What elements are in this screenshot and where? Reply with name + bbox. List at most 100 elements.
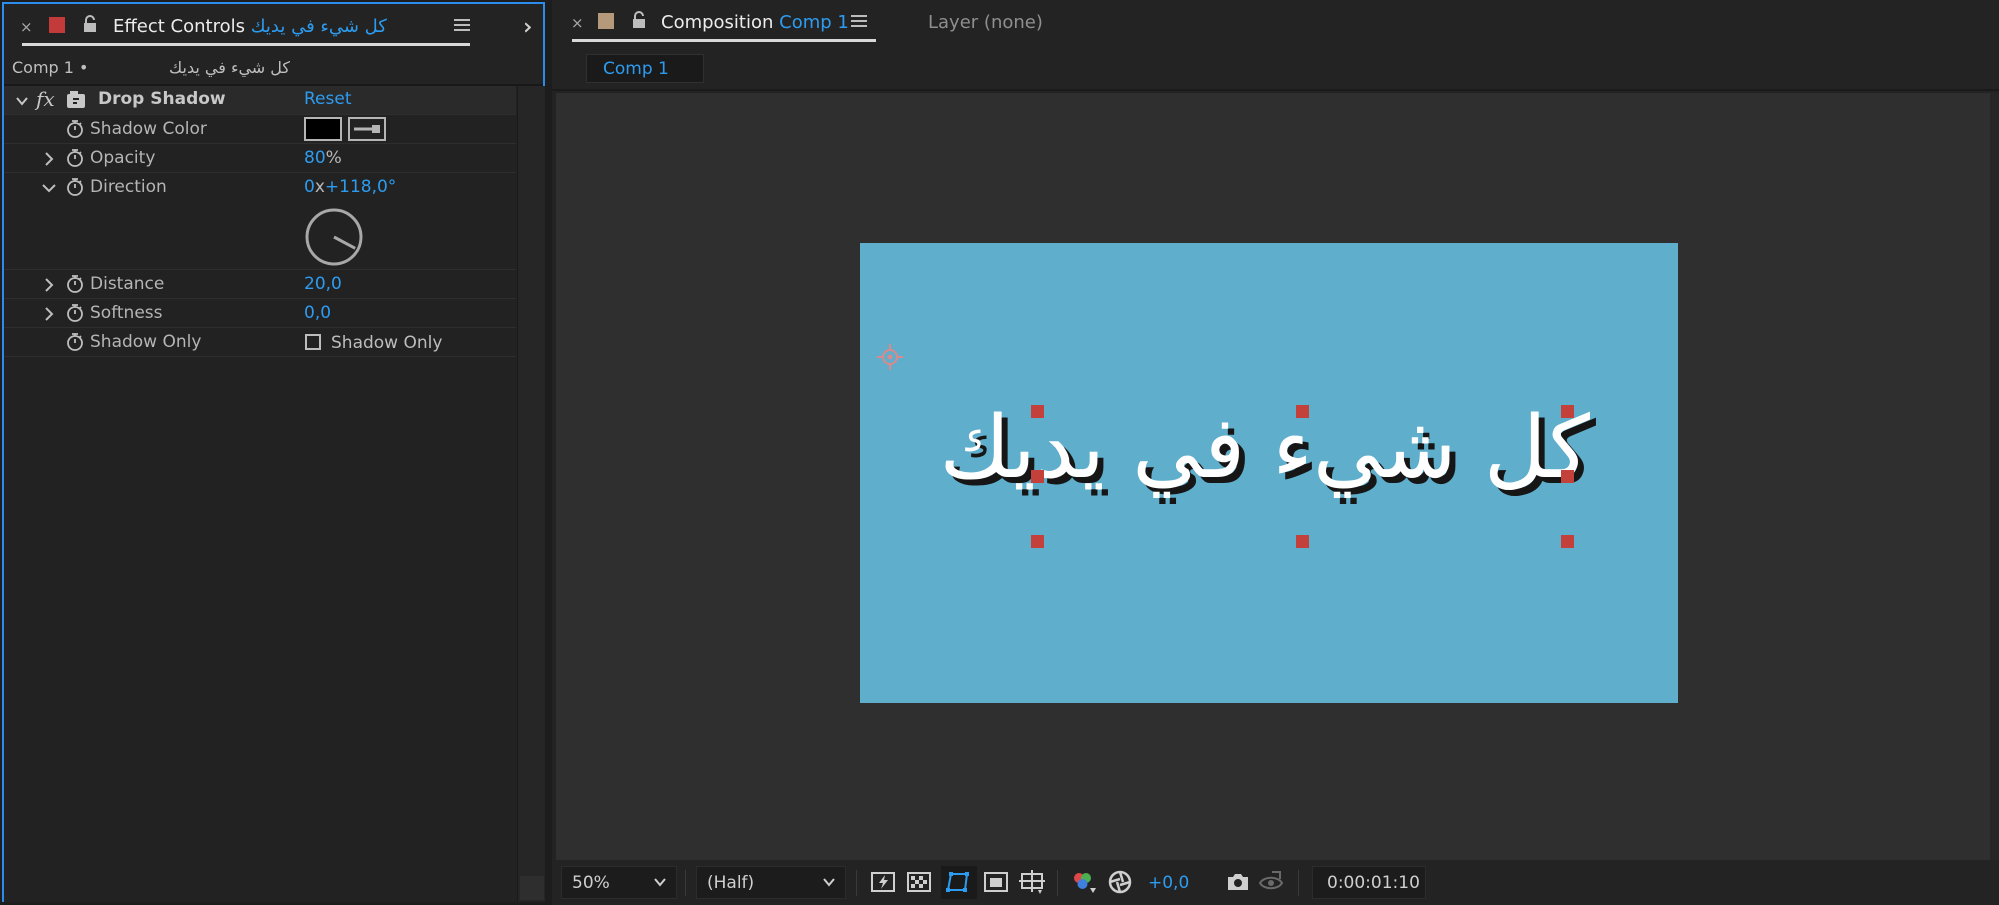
viewer-tab-comp[interactable]: Comp 1 xyxy=(586,54,704,83)
divider xyxy=(856,870,857,896)
direction-separator: x xyxy=(314,177,325,197)
breadcrumb: Comp 1 • كل شيء في يديك xyxy=(4,56,543,84)
property-row-shadow-only: Shadow Only Shadow Only xyxy=(4,328,516,357)
expand-panels-icon[interactable]: ›› xyxy=(523,15,531,40)
effect-list: fx Drop Shadow Reset Shadow Color Opacit… xyxy=(4,86,517,902)
lock-icon[interactable] xyxy=(631,10,647,30)
transform-handle[interactable] xyxy=(1296,535,1309,548)
chevron-right-icon[interactable] xyxy=(44,152,54,166)
current-time-display[interactable]: 0:00:01:10 xyxy=(1312,866,1426,899)
chevron-right-icon[interactable] xyxy=(44,278,54,292)
layer-tab[interactable]: Layer (none) xyxy=(928,12,1043,33)
composition-tab-title[interactable]: Composition Comp 1 xyxy=(661,12,849,33)
shadow-only-checkbox-label[interactable]: Shadow Only xyxy=(331,333,442,353)
stopwatch-icon[interactable] xyxy=(66,275,84,293)
stopwatch-icon[interactable] xyxy=(66,178,84,196)
effect-controls-scrollbar[interactable] xyxy=(517,86,545,902)
property-row-softness: Softness 0,0 xyxy=(4,299,516,328)
direction-revolutions[interactable]: 0 xyxy=(304,177,315,197)
breadcrumb-comp[interactable]: Comp 1 • xyxy=(12,58,89,77)
show-snapshot-icon[interactable] xyxy=(1258,869,1284,895)
property-label: Distance xyxy=(90,274,165,294)
eyedropper-icon[interactable] xyxy=(348,117,386,141)
stopwatch-icon[interactable] xyxy=(66,333,84,351)
distance-value[interactable]: 20,0 xyxy=(304,274,342,294)
divider xyxy=(685,870,686,896)
transform-handle[interactable] xyxy=(1296,405,1309,418)
property-value: 0x+118,0° xyxy=(304,177,396,197)
viewer-tabs: Comp 1 xyxy=(552,46,1999,91)
panel-menu-icon[interactable] xyxy=(851,15,867,29)
scroll-thumb[interactable] xyxy=(520,876,544,900)
transform-handle[interactable] xyxy=(1561,405,1574,418)
effect-controls-title: Effect Controls xyxy=(113,16,245,37)
effect-header-drop-shadow[interactable]: fx Drop Shadow Reset xyxy=(4,86,516,115)
effect-controls-tabbar: × Effect Controls كل شيء في يديك ›› xyxy=(4,4,543,50)
shadow-color-swatch[interactable] xyxy=(304,117,342,141)
resolution-dropdown[interactable]: (Half) xyxy=(696,866,846,899)
label-color-swatch[interactable] xyxy=(49,17,65,33)
transform-handle[interactable] xyxy=(1561,535,1574,548)
property-row-shadow-color: Shadow Color xyxy=(4,115,516,144)
property-row-opacity: Opacity 80% xyxy=(4,144,516,173)
property-label: Direction xyxy=(90,177,167,197)
property-row-distance: Distance 20,0 xyxy=(4,270,516,299)
fx-icon[interactable]: fx xyxy=(36,87,55,111)
effect-preset-icon xyxy=(67,91,85,108)
stopwatch-icon[interactable] xyxy=(66,120,84,138)
viewer-toolbar: 50% (Half) +0,0 0:00:01:10 xyxy=(552,860,1999,905)
softness-value[interactable]: 0,0 xyxy=(304,303,331,323)
transform-handle[interactable] xyxy=(1031,405,1044,418)
property-value: 80% xyxy=(304,148,342,168)
anchor-point-icon[interactable] xyxy=(875,342,905,372)
transparency-grid-icon[interactable] xyxy=(906,869,932,895)
transform-handle[interactable] xyxy=(1561,470,1574,483)
exposure-reset-icon[interactable] xyxy=(1107,869,1133,895)
transform-handle[interactable] xyxy=(1031,470,1044,483)
region-of-interest-icon[interactable] xyxy=(983,869,1009,895)
angle-dial[interactable] xyxy=(304,207,364,267)
direction-degrees[interactable]: +118,0° xyxy=(325,177,396,197)
chevron-right-icon[interactable] xyxy=(44,307,54,321)
composition-tabbar: × Composition Comp 1 Layer (none) xyxy=(552,0,1999,46)
chevron-down-icon xyxy=(654,878,666,887)
breadcrumb-layer[interactable]: كل شيء في يديك xyxy=(169,58,290,77)
layer-tab-label: Layer xyxy=(928,12,979,33)
mask-visibility-icon[interactable] xyxy=(945,869,971,895)
chevron-down-icon[interactable] xyxy=(42,183,56,193)
timecode: 0:00:01:10 xyxy=(1327,873,1420,893)
effect-controls-panel: × Effect Controls كل شيء في يديك ›› Comp… xyxy=(2,2,545,902)
resolution-value: (Half) xyxy=(707,873,755,893)
exposure-value[interactable]: +0,0 xyxy=(1148,873,1189,893)
grid-guides-icon[interactable] xyxy=(1019,869,1045,895)
label-color-swatch[interactable] xyxy=(598,13,614,29)
layer-tab-value: (none) xyxy=(983,12,1043,33)
reset-button[interactable]: Reset xyxy=(304,89,352,109)
shadow-only-checkbox[interactable] xyxy=(305,334,321,350)
stopwatch-icon[interactable] xyxy=(66,304,84,322)
divider xyxy=(1057,870,1058,896)
zoom-dropdown[interactable]: 50% xyxy=(561,866,677,899)
fast-previews-icon[interactable] xyxy=(870,869,896,895)
snapshot-camera-icon[interactable] xyxy=(1225,869,1251,895)
opacity-unit: % xyxy=(325,148,342,168)
panel-menu-icon[interactable] xyxy=(454,19,470,33)
composition-title: Composition xyxy=(661,12,774,33)
opacity-value[interactable]: 80 xyxy=(304,148,326,168)
active-tab-indicator xyxy=(22,43,470,46)
lock-icon[interactable] xyxy=(82,14,98,34)
chevron-down-icon[interactable] xyxy=(16,95,28,107)
canvas-text-layer[interactable]: كل شيء في يديك كل شيء في يديك xyxy=(939,378,1596,558)
stopwatch-icon[interactable] xyxy=(66,149,84,167)
channel-rgb-icon[interactable] xyxy=(1070,869,1096,895)
effect-controls-layer-name: كل شيء في يديك xyxy=(250,16,387,37)
zoom-value: 50% xyxy=(572,873,610,893)
effect-controls-tab-title[interactable]: Effect Controls كل شيء في يديك xyxy=(113,16,387,37)
divider xyxy=(1298,870,1299,896)
close-tab-icon[interactable]: × xyxy=(571,14,584,32)
chevron-down-icon xyxy=(823,878,835,887)
close-tab-icon[interactable]: × xyxy=(20,18,33,36)
property-label: Opacity xyxy=(90,148,156,168)
viewer-scrollbar[interactable] xyxy=(1990,93,1999,860)
transform-handle[interactable] xyxy=(1031,535,1044,548)
